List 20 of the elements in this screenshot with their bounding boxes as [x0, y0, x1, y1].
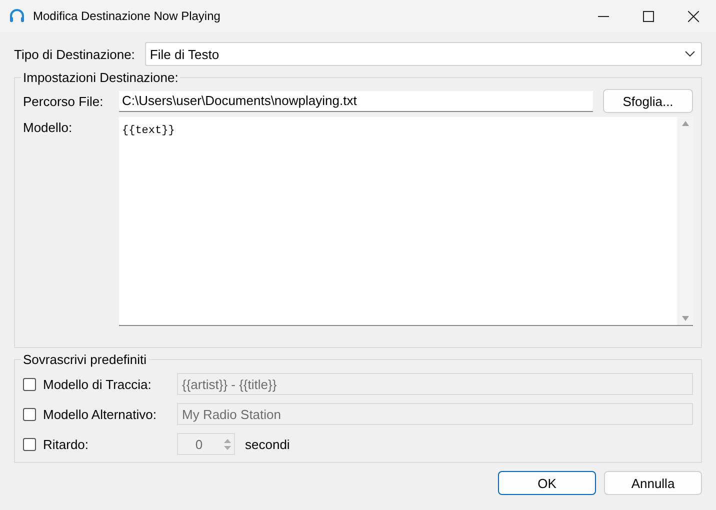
checkbox-label: Modello Alternativo: — [43, 406, 158, 422]
file-path-field[interactable]: C:\Users\user\Documents\nowplaying.txt — [119, 90, 593, 112]
unit-label: secondi — [245, 436, 290, 452]
checkbox-label: Modello di Traccia: — [43, 376, 152, 392]
close-icon[interactable] — [688, 10, 699, 22]
ok-button[interactable]: OK — [498, 471, 596, 495]
cancel-button[interactable]: Annulla — [604, 471, 702, 495]
headphones-icon — [9, 8, 25, 24]
chevron-down-icon — [685, 51, 695, 57]
maximize-icon[interactable] — [643, 10, 654, 22]
checkbox-label: Ritardo: — [43, 436, 90, 452]
field-label: Percorso File: — [23, 94, 104, 108]
window-title: Modifica Destinazione Now Playing — [33, 9, 220, 23]
template-text-area[interactable]: {{text}} — [119, 117, 693, 326]
group-title: Sovrascrivi predefiniti — [22, 352, 148, 367]
field-label: Modello: — [23, 120, 74, 137]
browse-button[interactable]: Sfoglia... — [603, 89, 693, 113]
group-title: Impostazioni Destinazione: — [22, 70, 180, 85]
destination-type-dropdown[interactable]: File di Testo — [144, 42, 702, 66]
field-label: Tipo di Destinazione: — [14, 46, 135, 62]
